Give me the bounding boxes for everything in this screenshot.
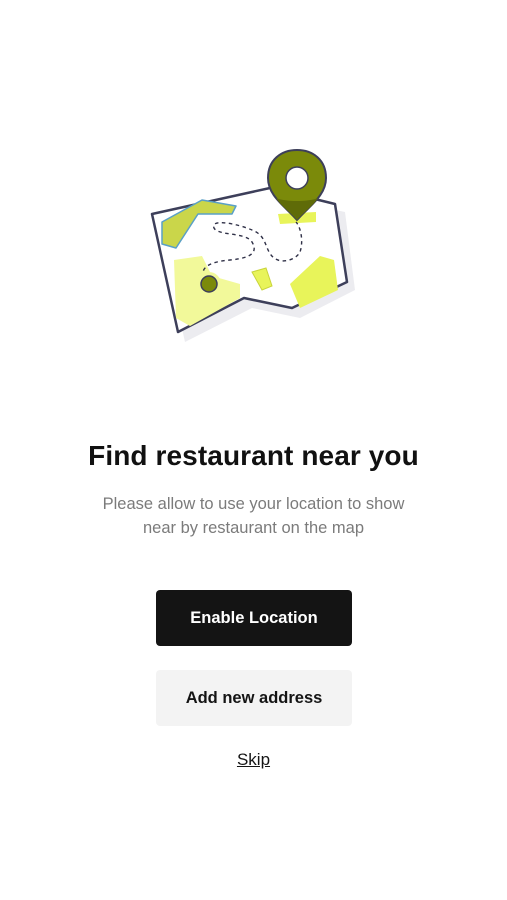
page-title: Find restaurant near you [88, 440, 419, 471]
skip-link[interactable]: Skip [0, 750, 507, 770]
enable-location-button[interactable]: Enable Location [156, 590, 352, 646]
map-with-location-pin-icon [140, 140, 370, 360]
find-restaurant-screen: Find restaurant near you Please allow to… [0, 0, 507, 900]
page-subtitle: Please allow to use your location to sho… [102, 495, 405, 537]
add-new-address-button[interactable]: Add new address [156, 670, 352, 726]
